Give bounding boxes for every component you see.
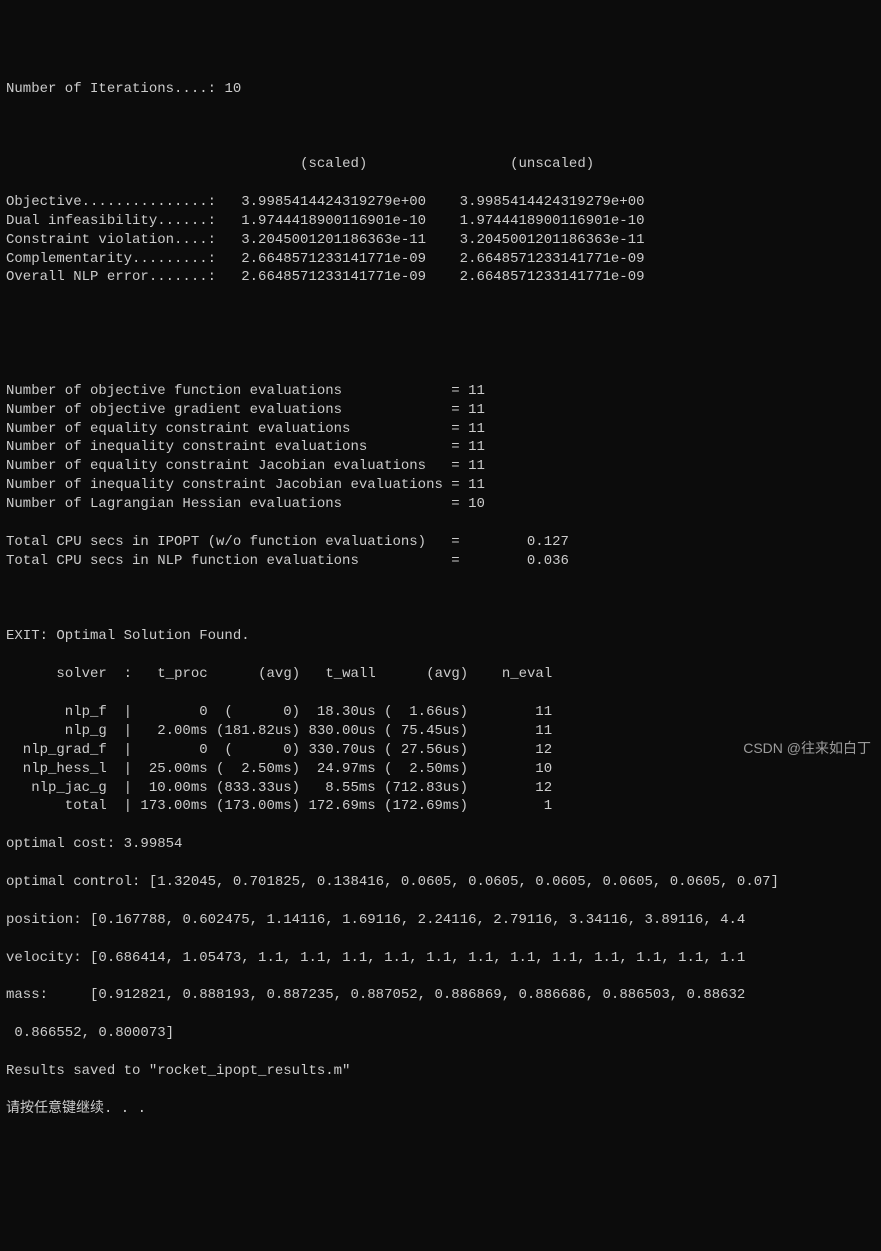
count-row: Number of Lagrangian Hessian evaluations… — [6, 495, 875, 514]
solver-row: nlp_g | 2.00ms (181.82us) 830.00us ( 75.… — [6, 722, 875, 741]
count-row: Number of objective gradient evaluations… — [6, 401, 875, 420]
count-row: Number of inequality constraint evaluati… — [6, 438, 875, 457]
solver-row: nlp_jac_g | 10.00ms (833.33us) 8.55ms (7… — [6, 779, 875, 798]
count-row: Number of objective function evaluations… — [6, 382, 875, 401]
cpu-row: Total CPU secs in IPOPT (w/o function ev… — [6, 533, 875, 552]
count-row: Number of inequality constraint Jacobian… — [6, 476, 875, 495]
blank — [6, 117, 875, 136]
count-row: Number of equality constraint evaluation… — [6, 420, 875, 439]
blank — [6, 590, 875, 609]
mass-line-2: 0.866552, 0.800073] — [6, 1024, 875, 1043]
metric-row: Complementarity.........: 2.664857123314… — [6, 250, 875, 269]
exit-line: EXIT: Optimal Solution Found. — [6, 627, 875, 646]
metric-row: Overall NLP error.......: 2.664857123314… — [6, 268, 875, 287]
optimal-control: optimal control: [1.32045, 0.701825, 0.1… — [6, 873, 875, 892]
solver-row: total | 173.00ms (173.00ms) 172.69ms (17… — [6, 797, 875, 816]
press-key-prompt[interactable]: 请按任意键继续. . . — [6, 1100, 875, 1119]
metric-row: Dual infeasibility......: 1.974441890011… — [6, 212, 875, 231]
results-saved: Results saved to "rocket_ipopt_results.m… — [6, 1062, 875, 1081]
velocity-line: velocity: [0.686414, 1.05473, 1.1, 1.1, … — [6, 949, 875, 968]
solver-header: solver : t_proc (avg) t_wall (avg) n_eva… — [6, 665, 875, 684]
position-line: position: [0.167788, 0.602475, 1.14116, … — [6, 911, 875, 930]
optimal-cost: optimal cost: 3.99854 — [6, 835, 875, 854]
blank — [6, 344, 875, 363]
blank — [6, 306, 875, 325]
mass-line: mass: [0.912821, 0.888193, 0.887235, 0.8… — [6, 986, 875, 1005]
metric-row: Objective...............: 3.998541442431… — [6, 193, 875, 212]
solver-row: nlp_hess_l | 25.00ms ( 2.50ms) 24.97ms (… — [6, 760, 875, 779]
watermark: CSDN @往来如白丁 — [743, 739, 871, 758]
solver-row: nlp_f | 0 ( 0) 18.30us ( 1.66us) 11 — [6, 703, 875, 722]
iterations-line: Number of Iterations....: 10 — [6, 80, 875, 99]
metric-row: Constraint violation....: 3.204500120118… — [6, 231, 875, 250]
count-row: Number of equality constraint Jacobian e… — [6, 457, 875, 476]
cpu-row: Total CPU secs in NLP function evaluatio… — [6, 552, 875, 571]
header-row: (scaled) (unscaled) — [6, 155, 875, 174]
